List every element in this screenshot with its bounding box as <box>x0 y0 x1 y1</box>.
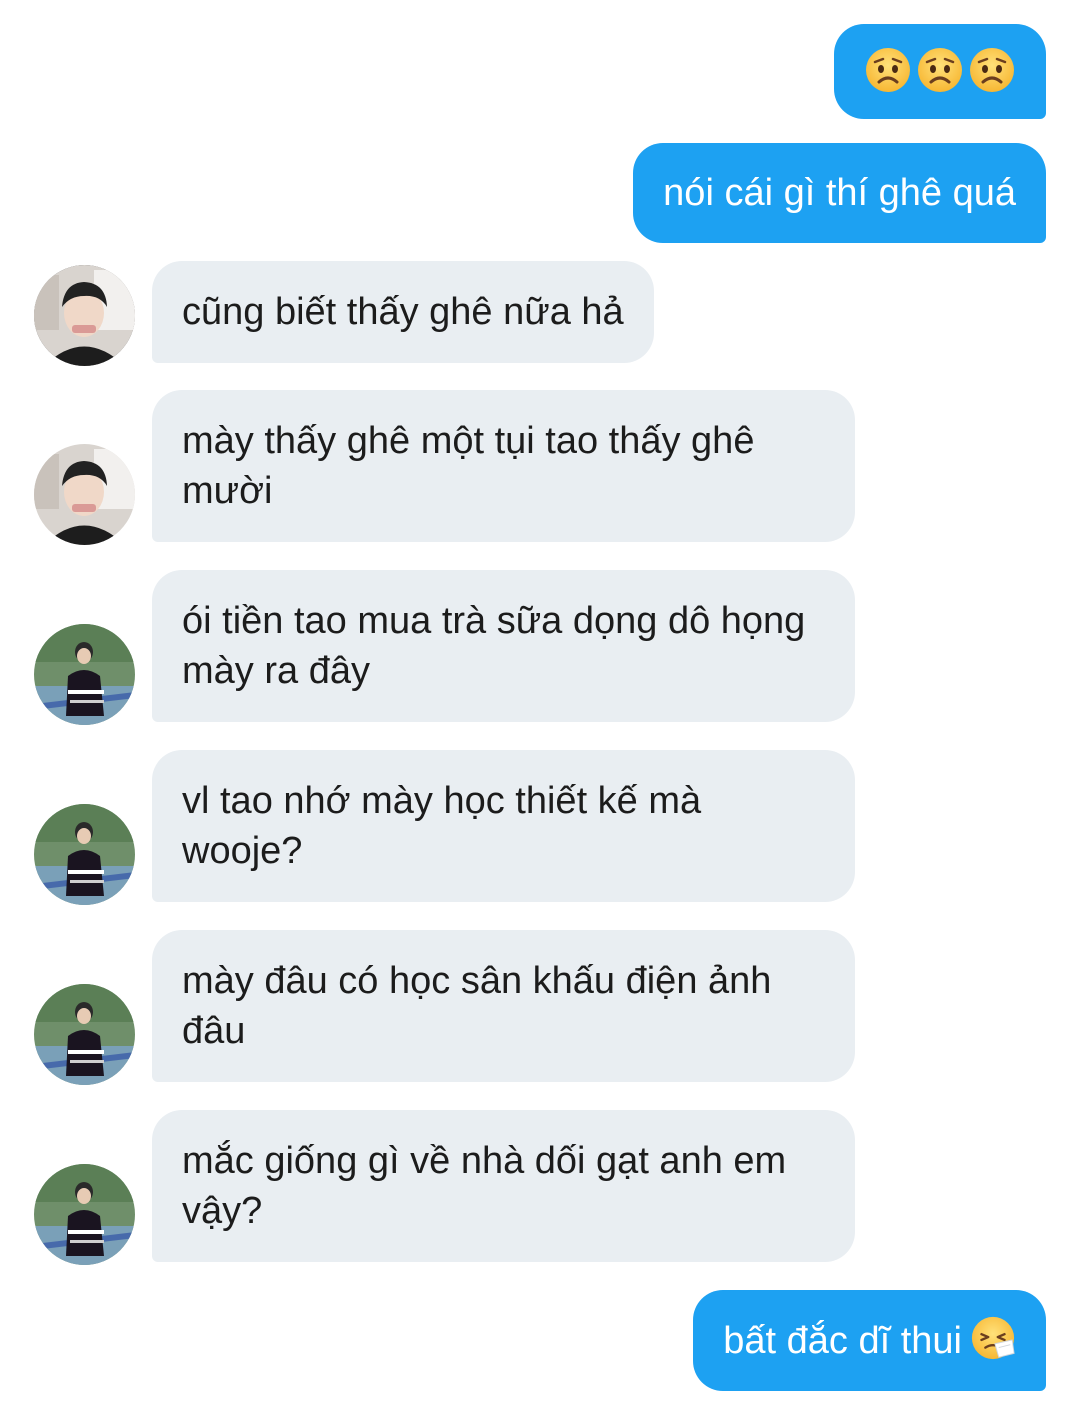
message-text: bất đắc dĩ thui <box>723 1320 962 1362</box>
received-message[interactable]: vl tao nhớ mày học thiết kế mà wooje? <box>152 750 855 902</box>
worried-face-icon <box>864 46 912 94</box>
avatar[interactable] <box>34 265 135 366</box>
avatar[interactable] <box>34 1164 135 1265</box>
message-text: cũng biết thấy ghê nữa hả <box>182 291 624 333</box>
avatar[interactable] <box>34 444 135 545</box>
received-message[interactable]: mắc giống gì về nhà dối gạt anh em vậy? <box>152 1110 855 1262</box>
worried-face-icon <box>916 46 964 94</box>
message-text: nói cái gì thí ghê quá <box>663 172 1016 214</box>
received-message[interactable]: ói tiền tao mua trà sữa dọng dô họng mày… <box>152 570 855 722</box>
sent-message[interactable]: nói cái gì thí ghê quá <box>633 143 1046 243</box>
sent-message-emojis[interactable] <box>834 24 1046 119</box>
message-text: mắc giống gì về nhà dối gạt anh em vậy? <box>182 1140 787 1232</box>
message-text: vl tao nhớ mày học thiết kế mà wooje? <box>182 780 702 872</box>
worried-face-icon <box>968 46 1016 94</box>
message-text: mày đâu có học sân khấu điện ảnh đâu <box>182 960 772 1052</box>
received-message[interactable]: mày đâu có học sân khấu điện ảnh đâu <box>152 930 855 1082</box>
received-message[interactable]: mày thấy ghê một tụi tao thấy ghê mười <box>152 390 855 542</box>
sent-message[interactable]: bất đắc dĩ thui <box>693 1290 1046 1391</box>
avatar[interactable] <box>34 804 135 905</box>
avatar[interactable] <box>34 984 135 1085</box>
message-text: ói tiền tao mua trà sữa dọng dô họng mày… <box>182 600 806 692</box>
avatar[interactable] <box>34 624 135 725</box>
sneezing-face-icon <box>970 1315 1016 1361</box>
message-text: mày thấy ghê một tụi tao thấy ghê mười <box>182 420 755 512</box>
received-message[interactable]: cũng biết thấy ghê nữa hả <box>152 261 654 363</box>
